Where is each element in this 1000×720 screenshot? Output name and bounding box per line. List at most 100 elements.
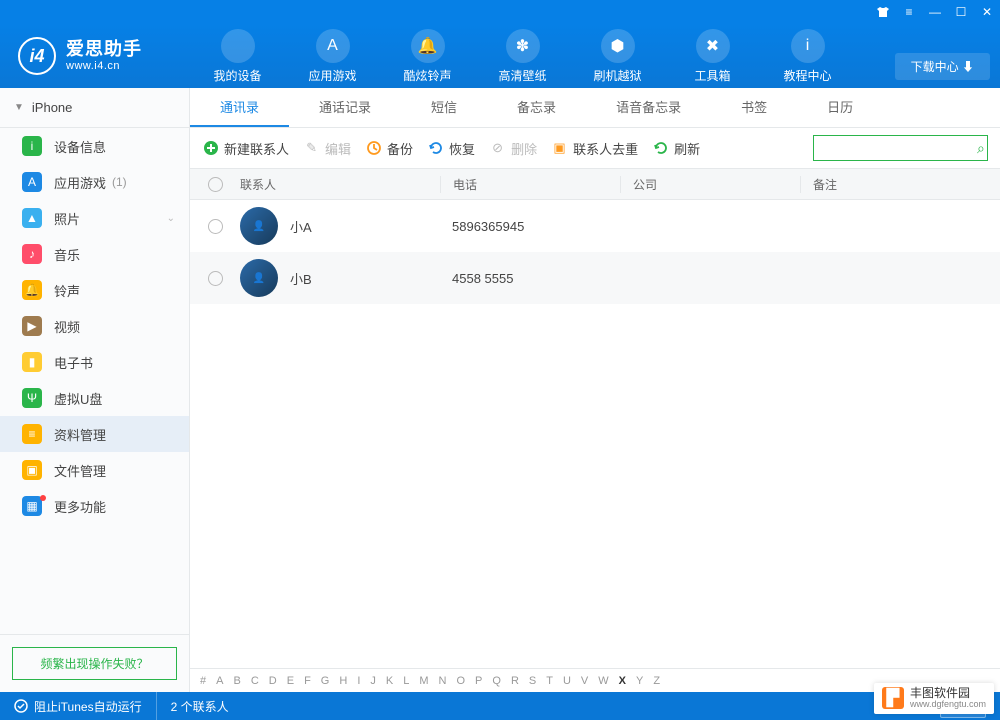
subtab-1[interactable]: 通话记录 [289, 88, 401, 127]
minimize-icon[interactable]: — [928, 5, 942, 19]
app-name: 爱思助手 [66, 40, 142, 60]
dedupe-button[interactable]: ▣联系人去重 [551, 139, 638, 158]
sidebar-item-9[interactable]: ▣文件管理 [0, 452, 189, 488]
sidebar-label: 照片 [54, 209, 80, 228]
alpha-B[interactable]: B [233, 675, 240, 687]
alpha-H[interactable]: H [339, 675, 347, 687]
row-checkbox[interactable] [208, 271, 223, 286]
sidebar-icon: i [22, 136, 42, 156]
alpha-Z[interactable]: Z [653, 675, 660, 687]
subtab-4[interactable]: 语音备忘录 [586, 88, 711, 127]
sidebar-item-4[interactable]: 🔔铃声 [0, 272, 189, 308]
alpha-#[interactable]: # [200, 675, 206, 687]
alpha-J[interactable]: J [370, 675, 376, 687]
header-name[interactable]: 联系人 [240, 176, 440, 193]
refresh-button[interactable]: 刷新 [652, 139, 700, 158]
top-nav-3[interactable]: ✽高清壁纸 [475, 25, 570, 88]
top-nav-0[interactable]: 我的设备 [190, 25, 285, 88]
fail-help-button[interactable]: 频繁出现操作失败？ [12, 647, 177, 680]
search-input[interactable] [822, 141, 977, 155]
alpha-A[interactable]: A [216, 675, 223, 687]
alpha-P[interactable]: P [475, 675, 482, 687]
sidebar-icon: Ψ [22, 388, 42, 408]
top-nav-2[interactable]: 🔔酷炫铃声 [380, 25, 475, 88]
sidebar-icon: ▮ [22, 352, 42, 372]
alpha-O[interactable]: O [456, 675, 465, 687]
block-itunes-toggle[interactable]: 阻止iTunes自动运行 [0, 692, 156, 720]
contact-phone: 4558 5555 [440, 271, 620, 286]
alpha-M[interactable]: M [419, 675, 428, 687]
subtab-5[interactable]: 书签 [711, 88, 797, 127]
table-row[interactable]: 👤小B4558 5555 [190, 252, 1000, 304]
row-checkbox[interactable] [208, 219, 223, 234]
search-box[interactable]: ⌕ [813, 135, 988, 161]
alpha-T[interactable]: T [546, 675, 553, 687]
subtab-6[interactable]: 日历 [797, 88, 883, 127]
sidebar-icon: ▣ [22, 460, 42, 480]
alpha-S[interactable]: S [529, 675, 536, 687]
download-center-button[interactable]: 下载中心 ⬇ [895, 53, 990, 80]
alpha-D[interactable]: D [269, 675, 277, 687]
alpha-X[interactable]: X [619, 675, 626, 687]
sidebar: ▼ iPhone i设备信息A应用游戏(1)▲照片⌄♪音乐🔔铃声▶视频▮电子书Ψ… [0, 88, 190, 692]
nav-icon: ⬢ [601, 29, 635, 63]
alpha-N[interactable]: N [439, 675, 447, 687]
header-phone[interactable]: 电话 [440, 176, 620, 193]
search-icon[interactable]: ⌕ [977, 140, 985, 157]
subtab-2[interactable]: 短信 [401, 88, 487, 127]
sidebar-item-7[interactable]: Ψ虚拟U盘 [0, 380, 189, 416]
alpha-Y[interactable]: Y [636, 675, 643, 687]
alpha-U[interactable]: U [563, 675, 571, 687]
close-icon[interactable]: ✕ [980, 5, 994, 19]
subtab-0[interactable]: 通讯录 [190, 88, 289, 127]
alpha-Q[interactable]: Q [492, 675, 501, 687]
content: 通讯录通话记录短信备忘录语音备忘录书签日历 新建联系人 ✎编辑 备份 恢复 ⊘删… [190, 88, 1000, 692]
restore-button[interactable]: 恢复 [427, 139, 475, 158]
sidebar-icon: ▲ [22, 208, 42, 228]
sidebar-label: 更多功能 [54, 497, 106, 516]
sidebar-item-6[interactable]: ▮ 电子书 [0, 344, 189, 380]
alpha-G[interactable]: G [321, 675, 330, 687]
avatar: 👤 [240, 259, 278, 297]
sidebar-item-8[interactable]: ≡资料管理 [0, 416, 189, 452]
sidebar-item-1[interactable]: A应用游戏(1) [0, 164, 189, 200]
maximize-icon[interactable]: ☐ [954, 5, 968, 19]
alpha-C[interactable]: C [251, 675, 259, 687]
menu-icon[interactable]: ≡ [902, 5, 916, 19]
alpha-E[interactable]: E [287, 675, 294, 687]
header-company[interactable]: 公司 [620, 176, 800, 193]
top-nav-4[interactable]: ⬢ 刷机越狱 [570, 25, 665, 88]
alpha-I[interactable]: I [357, 675, 360, 687]
subtab-3[interactable]: 备忘录 [487, 88, 586, 127]
nav-label: 刷机越狱 [593, 67, 641, 84]
sidebar-item-0[interactable]: i设备信息 [0, 128, 189, 164]
sidebar-item-5[interactable]: ▶视频 [0, 308, 189, 344]
top-nav-1[interactable]: A应用游戏 [285, 25, 380, 88]
alpha-W[interactable]: W [598, 675, 608, 687]
logo: i4 爱思助手 www.i4.cn [0, 37, 190, 75]
alpha-F[interactable]: F [304, 675, 311, 687]
backup-button[interactable]: 备份 [365, 139, 413, 158]
alpha-R[interactable]: R [511, 675, 519, 687]
sidebar-item-3[interactable]: ♪音乐 [0, 236, 189, 272]
select-all-checkbox[interactable] [208, 177, 223, 192]
alpha-L[interactable]: L [403, 675, 409, 687]
tshirt-icon[interactable] [876, 5, 890, 19]
top-nav-6[interactable]: i教程中心 [760, 25, 855, 88]
delete-button[interactable]: ⊘删除 [489, 139, 537, 158]
alpha-V[interactable]: V [581, 675, 588, 687]
top-nav-5[interactable]: ✖工具箱 [665, 25, 760, 88]
edit-button[interactable]: ✎编辑 [303, 139, 351, 158]
table-row[interactable]: 👤小A5896365945 [190, 200, 1000, 252]
sidebar-icon: 🔔 [22, 280, 42, 300]
new-contact-button[interactable]: 新建联系人 [202, 139, 289, 158]
sidebar-label: 电子书 [54, 353, 93, 372]
header: i4 爱思助手 www.i4.cn 我的设备A应用游戏🔔酷炫铃声✽高清壁纸 ⬢ 刷机… [0, 24, 1000, 88]
sidebar-item-10[interactable]: ▦更多功能 [0, 488, 189, 524]
sidebar-item-2[interactable]: ▲照片⌄ [0, 200, 189, 236]
watermark-icon: ▛ [882, 687, 904, 709]
header-note[interactable]: 备注 [800, 176, 1000, 193]
sidebar-device[interactable]: ▼ iPhone [0, 88, 189, 128]
alpha-K[interactable]: K [386, 675, 393, 687]
chevron-down-icon: ▼ [14, 102, 24, 113]
